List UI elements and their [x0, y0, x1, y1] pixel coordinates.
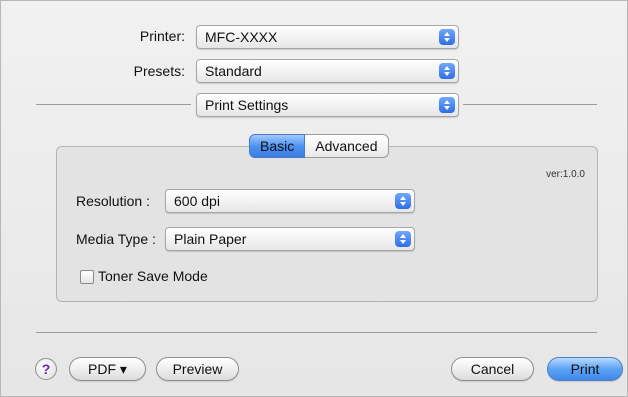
printer-value: MFC-XXXX — [205, 29, 278, 45]
tab-bar: Basic Advanced — [249, 134, 389, 158]
version-label: ver:1.0.0 — [546, 169, 585, 180]
presets-label: Presets: — [133, 63, 185, 79]
help-button[interactable]: ? — [35, 358, 57, 380]
print-dialog: Printer: MFC-XXXX Presets: Standard Prin… — [0, 0, 628, 397]
media-type-popup[interactable]: Plain Paper — [165, 227, 415, 251]
separator-right — [463, 104, 597, 105]
resolution-popup[interactable]: 600 dpi — [165, 189, 415, 213]
printer-popup[interactable]: MFC-XXXX — [196, 25, 459, 49]
pdf-button-label: PDF ▾ — [88, 360, 127, 377]
panel-menu-popup[interactable]: Print Settings — [196, 93, 459, 117]
tab-advanced-label: Advanced — [315, 138, 378, 154]
resolution-value: 600 dpi — [174, 193, 220, 209]
print-button-label: Print — [570, 361, 600, 377]
tab-advanced[interactable]: Advanced — [305, 134, 389, 158]
help-icon: ? — [41, 361, 51, 377]
cancel-button-label: Cancel — [470, 361, 515, 377]
panel-menu-value: Print Settings — [205, 97, 289, 113]
settings-panel: ver:1.0.0 Resolution : 600 dpi Media Typ… — [56, 146, 598, 302]
separator-left — [36, 104, 191, 105]
cancel-button[interactable]: Cancel — [451, 357, 534, 381]
printer-label: Printer: — [139, 28, 185, 44]
popup-arrows-icon — [395, 193, 411, 209]
popup-arrows-icon — [439, 97, 455, 113]
preview-button[interactable]: Preview — [156, 357, 239, 381]
presets-popup[interactable]: Standard — [196, 59, 459, 83]
toner-save-label[interactable]: Toner Save Mode — [98, 268, 208, 284]
print-button[interactable]: Print — [547, 357, 623, 381]
bottom-separator — [36, 332, 597, 333]
popup-arrows-icon — [395, 231, 411, 247]
presets-value: Standard — [205, 63, 262, 79]
media-type-label: Media Type : — [76, 231, 156, 247]
preview-button-label: Preview — [172, 361, 223, 377]
toner-save-checkbox[interactable] — [80, 270, 94, 284]
resolution-label: Resolution : — [76, 193, 150, 209]
popup-arrows-icon — [439, 63, 455, 79]
tab-basic-label: Basic — [260, 138, 295, 154]
pdf-button[interactable]: PDF ▾ — [69, 357, 146, 381]
popup-arrows-icon — [439, 29, 455, 45]
tab-basic[interactable]: Basic — [249, 134, 306, 158]
media-type-value: Plain Paper — [174, 231, 247, 247]
